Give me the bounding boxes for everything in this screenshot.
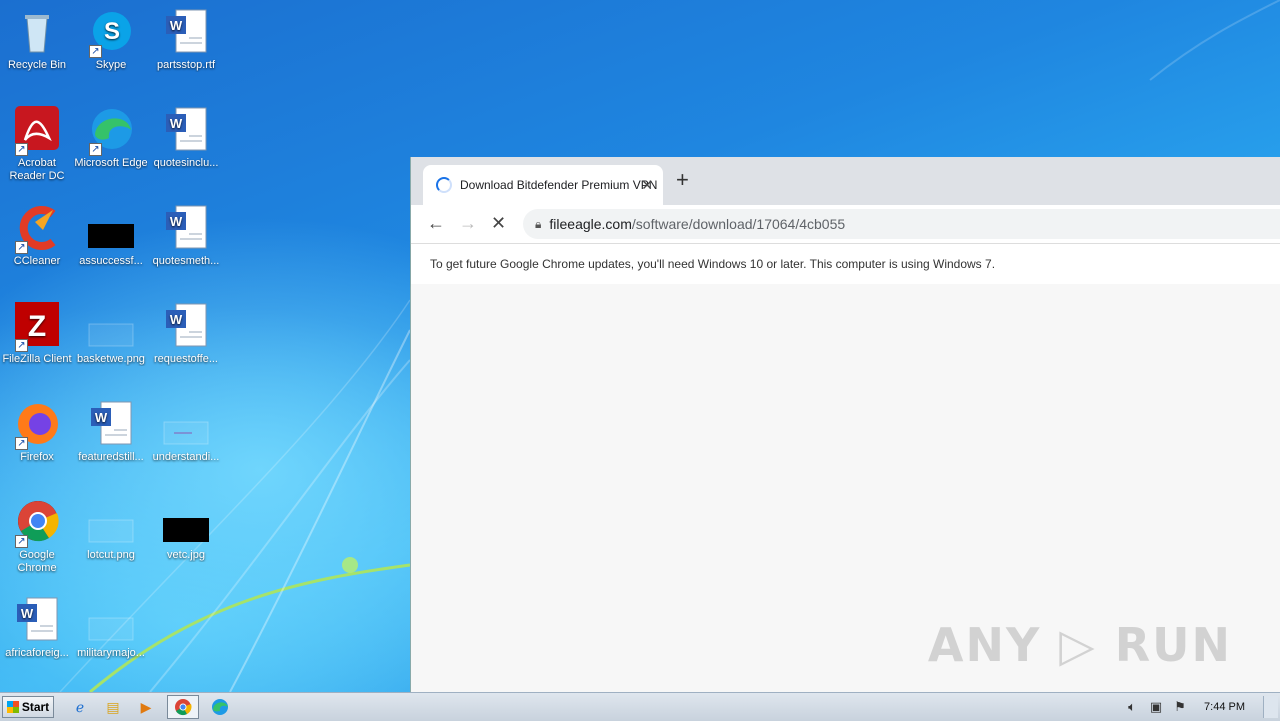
lock-icon: 🔒︎: [535, 216, 542, 231]
svg-text:Z: Z: [28, 310, 46, 343]
forward-arrow-icon[interactable]: →: [459, 213, 477, 233]
desktop-icon-filezilla[interactable]: Z ↗ FileZilla Client: [0, 302, 74, 366]
desktop-icon-ccleaner[interactable]: ↗ CCleaner: [0, 204, 74, 268]
tab-title: Download Bitdefender Premium VPN: [460, 178, 658, 192]
image-thumbnail-icon: [87, 596, 135, 644]
desktop-icon-skype[interactable]: S ↗ Skype: [74, 8, 148, 72]
desktop-icon-understandi[interactable]: understandi...: [149, 400, 223, 464]
loading-spinner-icon: [436, 177, 452, 193]
desktop-icon-quotesmeth[interactable]: W quotesmeth...: [149, 204, 223, 268]
volume-icon[interactable]: 🔈︎: [1122, 699, 1142, 715]
svg-text:S: S: [104, 18, 120, 45]
desktop-icon-basketwe[interactable]: basketwe.png: [74, 302, 148, 366]
start-label: Start: [21, 700, 50, 714]
system-tray: 🔈︎ ▣ ⚑ 7:44 PM: [1118, 693, 1280, 721]
back-arrow-icon[interactable]: ←: [427, 213, 445, 233]
show-desktop-button[interactable]: [1263, 696, 1278, 718]
desktop-icon-firefox[interactable]: ↗ Firefox: [0, 400, 74, 464]
recycle-bin-icon: [13, 8, 61, 56]
svg-text:W: W: [170, 214, 183, 229]
network-icon[interactable]: ▣: [1146, 699, 1166, 715]
chrome-taskbar-icon[interactable]: [167, 695, 199, 719]
action-center-flag-icon[interactable]: ⚑: [1170, 699, 1190, 715]
word-document-icon: W: [162, 204, 210, 252]
stop-loading-icon[interactable]: ✕: [491, 213, 506, 233]
new-tab-button[interactable]: +: [676, 169, 689, 191]
desktop-icon-edge[interactable]: ↗ Microsoft Edge: [74, 106, 148, 170]
firefox-icon: ↗: [13, 400, 61, 450]
image-thumbnail-icon: [162, 400, 210, 448]
image-thumbnail-icon: [87, 498, 135, 546]
tab-strip: Download Bitdefender Premium VPN ✕ +: [411, 157, 1280, 205]
word-document-icon: W: [162, 106, 210, 154]
url-path: /software/download/17064/4cb055: [631, 216, 846, 232]
page-content: ANY ▷ RUN: [411, 284, 1280, 692]
edge-icon: ↗: [87, 106, 135, 156]
word-document-icon: W: [13, 596, 61, 644]
media-player-icon[interactable]: ▶: [134, 696, 158, 718]
svg-text:W: W: [95, 410, 108, 425]
svg-text:W: W: [170, 312, 183, 327]
ccleaner-icon: ↗: [13, 204, 61, 254]
svg-text:W: W: [170, 116, 183, 131]
desktop-icon-quotesinclu[interactable]: W quotesinclu...: [149, 106, 223, 170]
close-icon[interactable]: ✕: [641, 177, 653, 194]
chrome-icon: ↗: [13, 498, 61, 548]
anyrun-watermark: ANY ▷ RUN: [927, 618, 1232, 672]
windows-flag-icon: [6, 701, 19, 713]
desktop-icon-recycle-bin[interactable]: Recycle Bin: [0, 8, 74, 72]
tab-bitdefender[interactable]: Download Bitdefender Premium VPN ✕: [423, 165, 663, 205]
desktop-icon-featuredstill[interactable]: W featuredstill...: [74, 400, 148, 464]
desktop-icon-partsstop[interactable]: W partsstop.rtf: [149, 8, 223, 72]
update-infobar: To get future Google Chrome updates, you…: [411, 244, 1280, 285]
black-image-thumbnail-icon: [162, 498, 210, 546]
desktop-icon-acrobat[interactable]: ↗ Acrobat Reader DC: [0, 106, 74, 183]
desktop-icon-lotcut[interactable]: lotcut.png: [74, 498, 148, 562]
desktop-icon-africaforeig[interactable]: W africaforeig...: [0, 596, 74, 660]
edge-taskbar-icon[interactable]: [208, 696, 232, 718]
desktop-icon-militarymajo[interactable]: militarymajo...: [74, 596, 148, 660]
clock[interactable]: 7:44 PM: [1204, 701, 1245, 713]
word-document-icon: W: [162, 302, 210, 350]
browser-toolbar: ← → ✕ 🔒︎ fileeagle.com/software/download…: [411, 205, 1280, 244]
svg-text:W: W: [21, 606, 34, 621]
desktop-icon-vetc[interactable]: vetc.jpg: [149, 498, 223, 562]
desktop-icon-assuccessf[interactable]: assuccessf...: [74, 204, 148, 268]
chrome-window: Download Bitdefender Premium VPN ✕ + ← →…: [410, 157, 1280, 692]
skype-icon: S ↗: [87, 8, 135, 58]
black-image-thumbnail-icon: [87, 204, 135, 252]
word-document-icon: W: [162, 8, 210, 56]
address-bar[interactable]: 🔒︎ fileeagle.com/software/download/17064…: [523, 209, 1280, 239]
url-host: fileeagle.com: [549, 216, 632, 232]
file-explorer-icon[interactable]: ▤: [101, 696, 125, 718]
image-thumbnail-icon: [87, 302, 135, 350]
infobar-message: To get future Google Chrome updates, you…: [430, 257, 996, 271]
word-document-icon: W: [87, 400, 135, 448]
svg-text:W: W: [170, 18, 183, 33]
desktop-icon-chrome[interactable]: ↗ Google Chrome: [0, 498, 74, 575]
taskbar: Start ℯ ▤ ▶ 🔈︎ ▣ ⚑ 7:44 PM: [0, 692, 1280, 721]
start-button[interactable]: Start: [2, 696, 54, 718]
desktop-icon-requestoffe[interactable]: W requestoffe...: [149, 302, 223, 366]
internet-explorer-icon[interactable]: ℯ: [68, 696, 92, 718]
filezilla-icon: Z ↗: [13, 302, 61, 352]
acrobat-icon: ↗: [13, 106, 61, 156]
